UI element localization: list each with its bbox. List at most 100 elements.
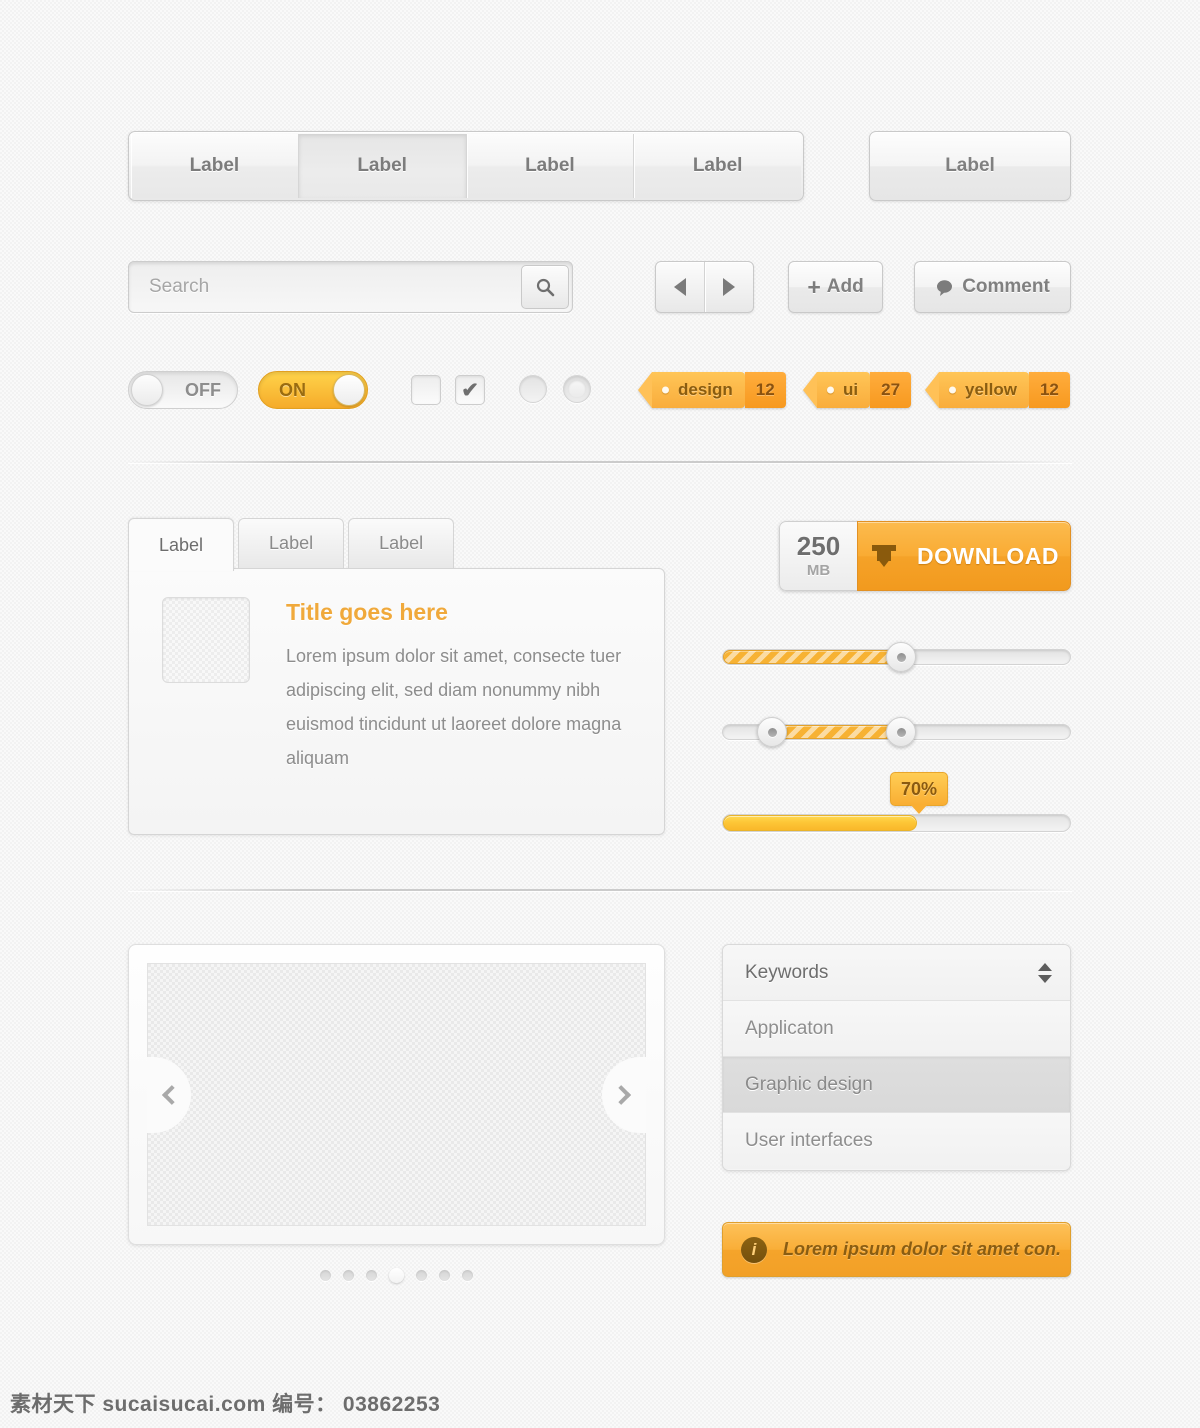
checkbox-checked[interactable]: ✔ bbox=[455, 375, 485, 405]
segmented-button-1[interactable]: Label bbox=[131, 134, 299, 198]
keywords-listbox[interactable]: Keywords Applicaton Graphic design User … bbox=[722, 944, 1071, 1171]
standalone-label-button[interactable]: Label bbox=[869, 131, 1071, 201]
carousel-dot-2[interactable] bbox=[343, 1270, 354, 1281]
slider-handle-end[interactable] bbox=[886, 717, 916, 747]
tab-strip[interactable]: Label Label Label bbox=[128, 518, 458, 571]
listbox-item-label: Graphic design bbox=[745, 1073, 873, 1095]
stepper-control[interactable] bbox=[1038, 962, 1052, 983]
tab-2[interactable]: Label bbox=[238, 518, 345, 568]
single-handle-slider[interactable] bbox=[722, 642, 1071, 672]
carousel-dot-1[interactable] bbox=[320, 1270, 331, 1281]
radio-button-hover[interactable] bbox=[563, 375, 591, 403]
carousel-dot-3[interactable] bbox=[366, 1270, 377, 1281]
search-box[interactable] bbox=[128, 261, 573, 313]
slider-fill bbox=[723, 650, 901, 664]
chevron-up-icon[interactable] bbox=[1038, 962, 1052, 971]
segmented-button-4[interactable]: Label bbox=[634, 134, 801, 198]
tag-hole-icon bbox=[827, 386, 834, 394]
triangle-right-icon bbox=[723, 278, 735, 296]
next-button[interactable] bbox=[705, 262, 753, 312]
tag-hole-icon bbox=[949, 386, 956, 394]
tag-point-icon bbox=[803, 372, 817, 408]
slider-handle[interactable] bbox=[886, 642, 916, 672]
section-divider-2 bbox=[128, 889, 1072, 891]
tag-design[interactable]: design 12 bbox=[638, 372, 786, 408]
tag-point-icon bbox=[638, 372, 652, 408]
tag-point-icon bbox=[925, 372, 939, 408]
comment-button-label: Comment bbox=[962, 276, 1050, 297]
chevron-left-icon bbox=[161, 1084, 182, 1105]
listbox-item-applicaton[interactable]: Applicaton bbox=[723, 1001, 1070, 1057]
carousel-dot-4-active[interactable] bbox=[389, 1268, 404, 1283]
tag-yellow-label: yellow bbox=[965, 380, 1017, 399]
listbox-item-label: User interfaces bbox=[745, 1130, 873, 1151]
panel-title: Title goes here bbox=[286, 599, 448, 625]
segmented-button-group[interactable]: Label Label Label Label bbox=[128, 131, 804, 201]
download-button[interactable]: DOWNLOAD bbox=[857, 521, 1071, 591]
standalone-label-button-label: Label bbox=[945, 155, 995, 176]
radio-button-unselected[interactable] bbox=[519, 375, 547, 403]
thumbnail-placeholder bbox=[162, 597, 250, 683]
listbox-item-graphic-design[interactable]: Graphic design bbox=[723, 1057, 1070, 1113]
slider-fill bbox=[772, 725, 902, 739]
checkbox-unchecked[interactable] bbox=[411, 375, 441, 405]
toggle-off-knob[interactable] bbox=[131, 374, 163, 406]
tab-panel-content: Title goes here Lorem ipsum dolor sit am… bbox=[128, 568, 665, 835]
tag-yellow-body: yellow bbox=[939, 372, 1029, 408]
tag-ui[interactable]: ui 27 bbox=[803, 372, 912, 408]
segmented-button-3[interactable]: Label bbox=[466, 134, 635, 198]
download-widget[interactable]: 250 MB DOWNLOAD bbox=[779, 521, 1071, 591]
info-notification-bar[interactable]: i Lorem ipsum dolor sit amet con. bbox=[722, 1222, 1071, 1277]
tab-1-label: Label bbox=[159, 534, 204, 555]
nav-arrow-group[interactable] bbox=[655, 261, 754, 313]
chevron-down-icon[interactable] bbox=[1038, 974, 1052, 983]
toggle-on-knob[interactable] bbox=[333, 374, 365, 406]
download-button-label: DOWNLOAD bbox=[917, 542, 1059, 569]
progress-fill bbox=[723, 815, 917, 831]
toggle-switch-on[interactable]: ON bbox=[258, 371, 368, 409]
add-button-label: Add bbox=[826, 276, 864, 297]
listbox-item-user-interfaces[interactable]: User interfaces bbox=[723, 1113, 1070, 1169]
listbox-item-label: Applicaton bbox=[745, 1017, 834, 1039]
checkmark-icon: ✔ bbox=[461, 378, 479, 402]
watermark: 素材天下 sucaisucai.com 编号： 03862253 bbox=[10, 1393, 441, 1416]
segmented-button-2-label: Label bbox=[357, 155, 407, 176]
tag-ui-body: ui bbox=[817, 372, 871, 408]
range-slider[interactable] bbox=[722, 717, 1071, 747]
segmented-button-2[interactable]: Label bbox=[298, 134, 467, 198]
info-icon-glyph: i bbox=[751, 1239, 757, 1259]
tag-ui-label: ui bbox=[843, 380, 859, 399]
tab-1[interactable]: Label bbox=[128, 518, 235, 571]
comment-button[interactable]: Comment bbox=[914, 261, 1071, 313]
tag-hole-icon bbox=[662, 386, 669, 394]
tab-3[interactable]: Label bbox=[348, 518, 455, 568]
carousel-pagination[interactable] bbox=[128, 1268, 665, 1283]
listbox-header-row[interactable]: Keywords bbox=[723, 945, 1070, 1001]
search-input[interactable] bbox=[129, 276, 521, 298]
tag-design-label: design bbox=[678, 380, 733, 399]
listbox-header-label: Keywords bbox=[745, 961, 829, 983]
download-size-number: 250 bbox=[796, 531, 841, 561]
prev-button[interactable] bbox=[656, 262, 705, 312]
panel-text-block: Title goes here Lorem ipsum dolor sit am… bbox=[250, 597, 631, 834]
tab-3-label: Label bbox=[379, 533, 424, 553]
toggle-off-label: OFF bbox=[185, 379, 221, 400]
panel-body-text: Lorem ipsum dolor sit amet, consecte tue… bbox=[286, 646, 622, 768]
download-size-panel: 250 MB bbox=[779, 521, 857, 591]
add-button[interactable]: + Add bbox=[788, 261, 883, 313]
carousel-next-button[interactable] bbox=[602, 1056, 646, 1133]
progress-tooltip: 70% bbox=[890, 772, 948, 806]
search-icon bbox=[536, 278, 555, 297]
tag-yellow[interactable]: yellow 12 bbox=[925, 372, 1070, 408]
carousel-prev-button[interactable] bbox=[147, 1056, 191, 1133]
carousel-dot-7[interactable] bbox=[462, 1270, 473, 1281]
toggle-switch-off[interactable]: OFF bbox=[128, 371, 238, 409]
download-size-unit: MB bbox=[806, 562, 831, 579]
notification-text: Lorem ipsum dolor sit amet con. bbox=[783, 1239, 1062, 1259]
triangle-left-icon bbox=[674, 278, 686, 296]
carousel-dot-5[interactable] bbox=[416, 1270, 427, 1281]
search-button[interactable] bbox=[521, 265, 569, 309]
image-carousel[interactable] bbox=[128, 944, 665, 1245]
slider-handle-start[interactable] bbox=[757, 717, 787, 747]
carousel-dot-6[interactable] bbox=[439, 1270, 450, 1281]
